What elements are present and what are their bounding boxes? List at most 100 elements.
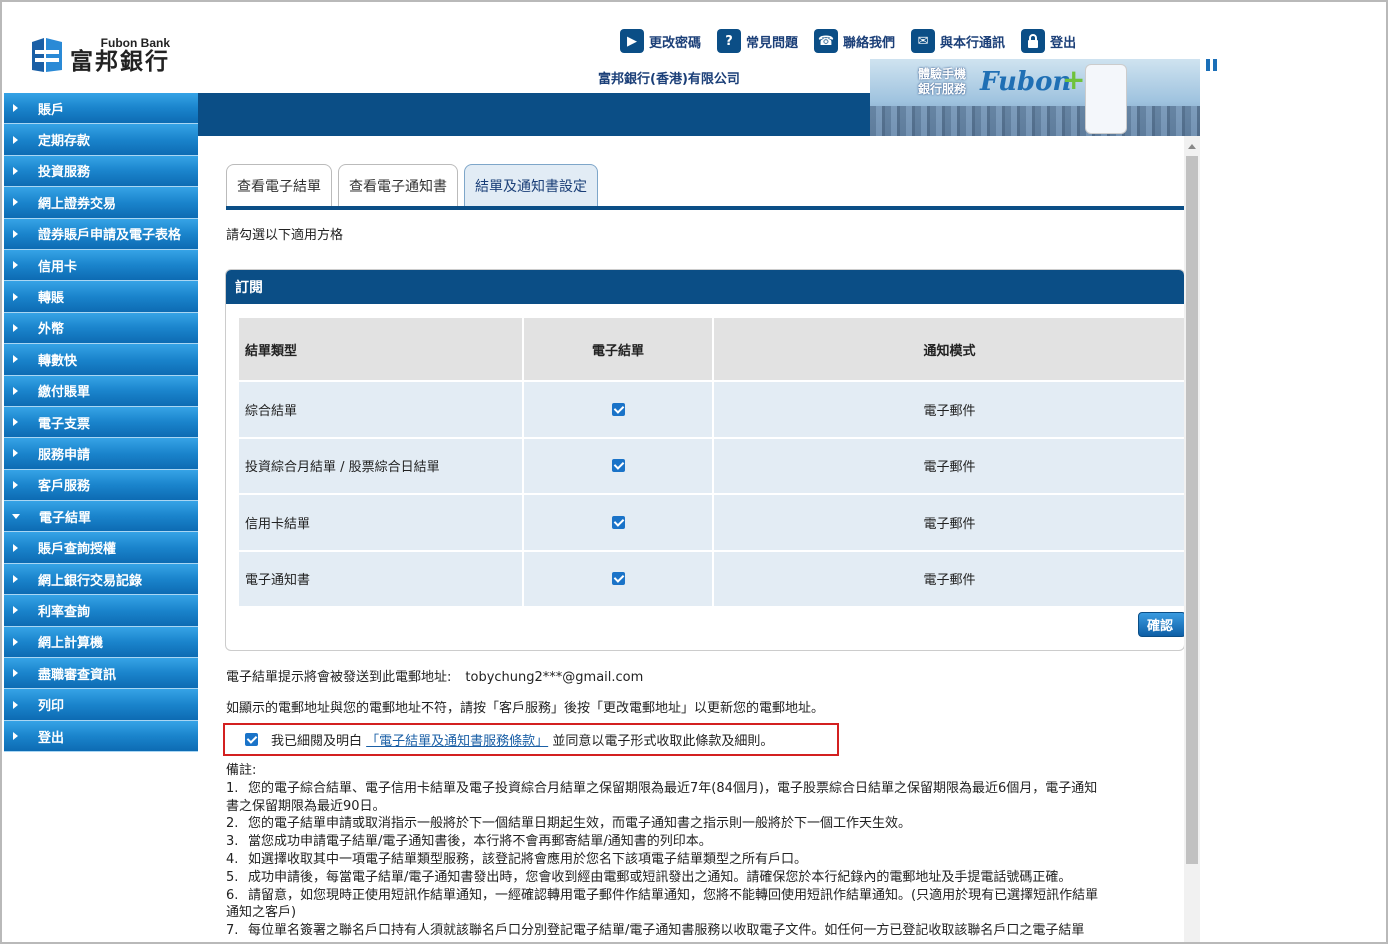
sidebar-item[interactable]: 網上證券交易: [4, 187, 198, 219]
table-row: 投資綜合月結單 / 股票綜合日結單 電子郵件: [237, 436, 1184, 495]
caret-right-icon: [13, 261, 18, 270]
e-statement-checkbox[interactable]: [611, 459, 625, 473]
caret-right-icon: [13, 543, 18, 552]
sidebar-item[interactable]: 登出: [4, 720, 198, 753]
sidebar-item-label: 定期存款: [38, 134, 91, 150]
tab-statement-settings[interactable]: 結單及通知書設定: [464, 164, 598, 206]
sidebar-item[interactable]: 賬戶: [4, 93, 198, 125]
sidebar-item-label: 利率查詢: [38, 604, 91, 620]
caret-right-icon: [13, 575, 18, 584]
sidebar-item[interactable]: 賬戶查詢授權: [4, 532, 198, 564]
sidebar-item-label: 轉賬: [38, 291, 65, 307]
email-note: 如顯示的電郵地址與您的電郵地址不符，請按「客戶服務」後按「更改電郵地址」以更新您…: [226, 701, 825, 716]
e-statement-checkbox[interactable]: [611, 402, 625, 416]
main-content: 查看電子結單 查看電子通知書 結單及通知書設定 請勾選以下適用方格 訂閱 結單類…: [198, 136, 1200, 942]
promo-banner[interactable]: 體驗手機 銀行服務 Fubon +: [870, 59, 1200, 136]
sidebar-item[interactable]: 繳付賬單: [4, 375, 198, 407]
notify-mode: 電子郵件: [712, 380, 1184, 439]
sidebar-item[interactable]: 服務申請: [4, 438, 198, 470]
topnav-label: 常見問題: [746, 35, 799, 51]
sidebar-item[interactable]: 投資服務: [4, 155, 198, 188]
sidebar-item[interactable]: 定期存款: [4, 124, 198, 156]
topnav-label: 與本行通訊: [940, 35, 1006, 51]
mail-icon: ✉: [911, 29, 936, 53]
statement-type: 綜合結單: [237, 380, 524, 439]
sidebar-item-label: 列印: [38, 699, 65, 715]
remark-text: 您的電子結單申請或取消指示一般將於下一個結單日期起生效，而電子通知書之指示則一般…: [248, 816, 912, 832]
e-statement-checkbox[interactable]: [611, 572, 625, 586]
remark-text-continued: 書之保留期限為最近90日。: [226, 798, 386, 814]
phone-mockup-image: [1085, 64, 1127, 134]
caret-right-icon: [13, 198, 18, 207]
sidebar-item[interactable]: 轉賬: [4, 281, 198, 313]
sidebar-item[interactable]: 轉數快: [4, 344, 198, 376]
confirm-button[interactable]: 確認: [1138, 612, 1186, 637]
tab-view-e-advice[interactable]: 查看電子通知書: [338, 164, 458, 206]
topnav-label: 聯絡我們: [843, 35, 896, 51]
sidebar-item[interactable]: 信用卡: [4, 249, 198, 282]
browser-frame: Fubon Bank 富邦銀行 ▶ 更改密碼 ? 常見問題 ☎ 聯絡我們 ✉ 與…: [0, 0, 1388, 944]
topnav-label: 更改密碼: [649, 35, 702, 51]
caret-right-icon: [13, 700, 18, 709]
tab-view-e-statement[interactable]: 查看電子結單: [226, 164, 332, 206]
scroll-thumb[interactable]: [1186, 156, 1198, 864]
banner-brand: Fubon: [980, 67, 1072, 97]
table-header-row: 結單類型 電子結單 通知模式: [237, 316, 1184, 382]
pause-icon[interactable]: [1206, 59, 1218, 71]
caret-right-icon: [13, 386, 18, 395]
sidebar-item[interactable]: 電子支票: [4, 406, 198, 439]
sidebar-item[interactable]: 電子結單: [4, 501, 198, 533]
contact-us-link[interactable]: ☎ 聯絡我們: [814, 29, 895, 53]
sidebar-item[interactable]: 網上計算機: [4, 626, 198, 659]
agreement-box: 我已細閱及明白 「電子結單及通知書服務條款」 並同意以電子形式收取此條款及細則。: [223, 723, 839, 756]
caret-right-icon: [13, 480, 18, 489]
panel-title: 訂閱: [226, 270, 1184, 304]
terms-link[interactable]: 「電子結單及通知書服務條款」: [366, 734, 548, 749]
banner-text: 體驗手機 銀行服務: [918, 67, 967, 96]
caret-right-icon: [13, 449, 18, 458]
sidebar-item-label: 電子支票: [38, 416, 91, 432]
scrollbar[interactable]: [1184, 136, 1200, 942]
caret-right-icon: [13, 669, 18, 678]
agree-checkbox[interactable]: [245, 733, 258, 746]
bank-logo[interactable]: Fubon Bank 富邦銀行: [30, 36, 170, 74]
brand-name-en: Fubon Bank: [100, 35, 170, 50]
caret-right-icon: [13, 355, 18, 364]
play-icon: ▶: [620, 29, 644, 53]
e-statement-checkbox[interactable]: [611, 515, 625, 529]
remark-text: 您的電子綜合結單、電子信用卡結單及電子投資綜合月結單之保留期限為最近7年(84個…: [248, 780, 1098, 796]
table-row: 綜合結單 電子郵件: [237, 380, 1184, 439]
sidebar-item[interactable]: 證券賬戶申請及電子表格: [4, 218, 198, 250]
remark-number: 7.: [226, 923, 239, 939]
sidebar-item-label: 信用卡: [38, 259, 78, 275]
question-icon: ?: [717, 29, 742, 53]
faq-link[interactable]: ? 常見問題: [717, 29, 798, 53]
notify-mode: 電子郵件: [712, 436, 1184, 495]
sidebar-item[interactable]: 列印: [4, 689, 198, 721]
sidebar-item-label: 賬戶: [38, 102, 65, 118]
tab-underline: [226, 206, 1184, 210]
email-label: 電子結單提示將會被發送到此電郵地址:: [226, 670, 452, 685]
logout-link[interactable]: 登出: [1021, 29, 1076, 53]
topnav-label: 登出: [1050, 35, 1077, 51]
sidebar-item[interactable]: 客戶服務: [4, 469, 198, 502]
message-bank-link[interactable]: ✉ 與本行通訊: [911, 29, 1005, 53]
remark-text: 當您成功申請電子結單/電子通知書後，本行將不會再郵寄結單/通知書的列印本。: [248, 834, 712, 850]
change-password-link[interactable]: ▶ 更改密碼: [620, 29, 701, 53]
remark-number: 6.: [226, 887, 239, 903]
caret-right-icon: [13, 732, 18, 740]
scroll-up-arrow-icon[interactable]: [1188, 144, 1196, 149]
statement-type: 信用卡結單: [237, 493, 524, 552]
statement-type: 電子通知書: [237, 549, 524, 608]
sidebar-item[interactable]: 網上銀行交易記錄: [4, 563, 198, 596]
instruction-text: 請勾選以下適用方格: [226, 228, 344, 243]
sidebar-item[interactable]: 利率查詢: [4, 595, 198, 627]
sidebar-item-label: 電子結單: [39, 510, 92, 526]
sidebar-item[interactable]: 盡職審查資訊: [4, 658, 198, 690]
remark-item: 3. 當您成功申請電子結單/電子通知書後，本行將不會再郵寄結單/通知書的列印本。: [226, 833, 1186, 851]
remark-number: 2.: [226, 816, 239, 832]
column-header: 電子結單: [522, 316, 714, 382]
sidebar-item-label: 盡職審查資訊: [38, 667, 117, 683]
sidebar-item[interactable]: 外幣: [4, 312, 198, 345]
tab-bar: 查看電子結單 查看電子通知書 結單及通知書設定: [226, 164, 604, 206]
